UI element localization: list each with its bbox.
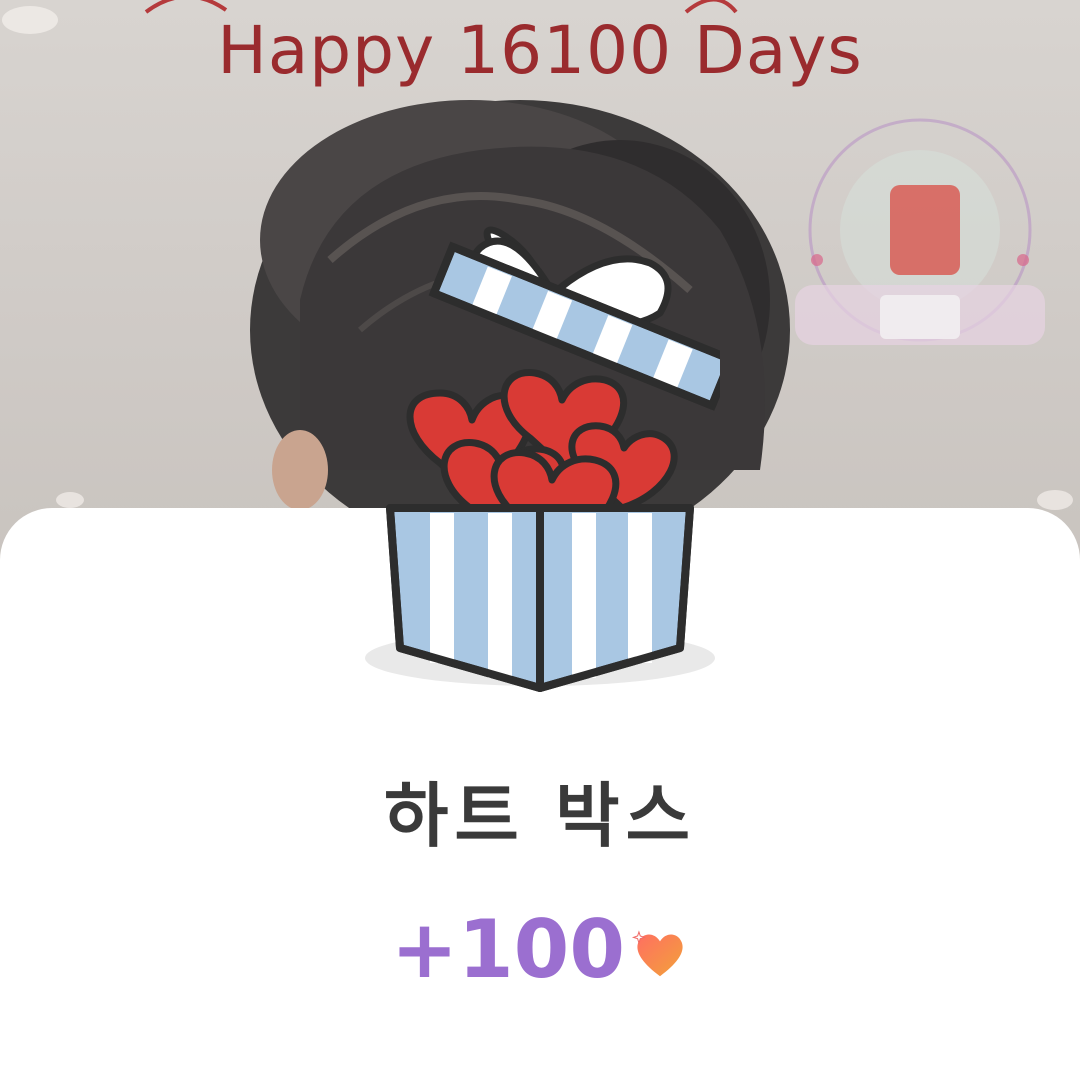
fanclub-logo xyxy=(795,118,1045,345)
item-name: 하트 박스 xyxy=(384,775,696,857)
reward-amount: +100 xyxy=(390,903,626,996)
heart-icon xyxy=(631,930,683,977)
heart-box-icon xyxy=(365,226,720,692)
reward-screen: Happy 16100 Days 하트 박스 +100 xyxy=(0,0,1080,1080)
banner-title: Happy 16100 Days xyxy=(217,12,863,89)
reward-amount-row: +100 xyxy=(0,910,1080,990)
script-flourish xyxy=(144,0,738,14)
